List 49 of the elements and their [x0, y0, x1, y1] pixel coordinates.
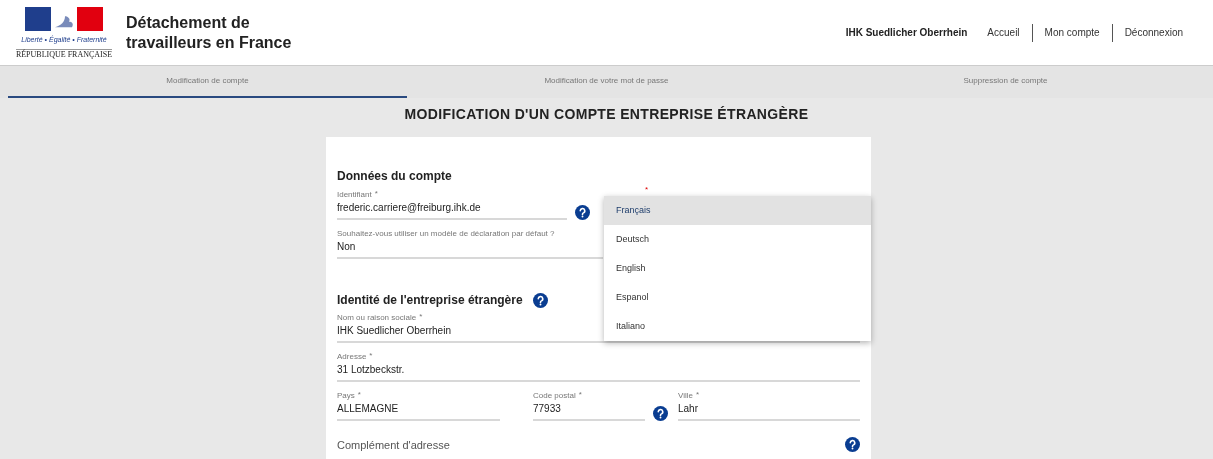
field-value: IHK Suedlicher Oberrhein	[337, 324, 451, 338]
help-icon[interactable]	[653, 406, 668, 421]
marianne-flag-icon	[25, 6, 103, 31]
text-field[interactable]: Identifiant * frederic.carriere@freiburg.ihk.de	[337, 189, 567, 220]
text-field[interactable]: Adresse * 31 Lotzbeckstr.	[337, 351, 860, 382]
field-label: Ville	[678, 390, 693, 402]
country-name: RÉPUBLIQUE FRANÇAISE	[15, 48, 113, 59]
site-title: Détachement de travailleurs en France	[126, 12, 293, 53]
nav-link[interactable]: Déconnexion	[1124, 25, 1183, 40]
required-mark: *	[419, 312, 423, 322]
text-field[interactable]: Code postal * 77933	[533, 390, 645, 421]
section-heading: Données du compte	[337, 168, 453, 185]
field-value: Non	[337, 240, 356, 254]
required-mark: *	[578, 390, 582, 400]
text-field[interactable]: Souhaitez-vous utiliser un modèle de déclaration par défaut ? Non	[337, 228, 603, 259]
dropdown-option[interactable]: Français	[604, 196, 871, 225]
nav-link[interactable]: Mon compte	[1044, 25, 1100, 40]
dropdown-option[interactable]: English	[604, 254, 871, 283]
tab[interactable]: Suppression de compte	[806, 66, 1205, 98]
field-value: Lahr	[678, 402, 698, 416]
field-value: ALLEMAGNE	[337, 402, 399, 416]
help-icon[interactable]	[845, 437, 860, 452]
field-label: Complément d'adresse	[337, 439, 450, 452]
nav-link[interactable]: Accueil	[987, 25, 1020, 40]
dropdown-option[interactable]: Espanol	[604, 283, 871, 312]
required-mark: *	[696, 390, 700, 400]
field-value: frederic.carriere@freiburg.ihk.de	[337, 201, 481, 215]
text-field[interactable]: Ville * Lahr	[678, 390, 860, 421]
field-label: Pays	[337, 390, 355, 402]
required-mark: *	[374, 189, 378, 199]
dropdown-option[interactable]: Deutsch	[604, 225, 871, 254]
field-label: Adresse	[337, 351, 367, 363]
required-mark: *	[645, 186, 649, 194]
page-title: MODIFICATION D'UN COMPTE ENTREPRISE ÉTRANGÈRE	[404, 105, 809, 124]
help-icon[interactable]	[575, 205, 590, 220]
section-heading: Identité de l'entreprise étrangère	[337, 292, 523, 309]
tab[interactable]: Modification de votre mot de passe	[407, 66, 806, 98]
text-field[interactable]: Pays * ALLEMAGNE	[337, 390, 500, 421]
field-value: 77933	[533, 402, 561, 416]
help-icon[interactable]	[532, 292, 548, 308]
field-label: Identifiant	[337, 189, 372, 201]
tab[interactable]: Modification de compte	[8, 66, 407, 98]
field-label: Nom ou raison sociale	[337, 312, 417, 324]
required-mark: *	[369, 351, 373, 361]
user-name: IHK Suedlicher Oberrhein	[845, 26, 968, 40]
required-mark: *	[357, 390, 361, 400]
field-label: Souhaitez-vous utiliser un modèle de déclaration par défaut ?	[337, 228, 555, 240]
field-value: 31 Lotzbeckstr.	[337, 363, 405, 377]
field-label: Code postal	[533, 390, 576, 402]
